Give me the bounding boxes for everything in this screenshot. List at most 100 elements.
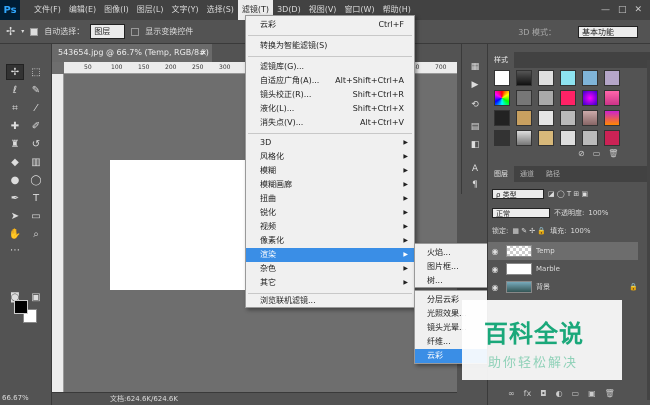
menu-image[interactable]: 图像(I) [100,0,133,20]
tab-layers[interactable]: 图层 [488,166,514,182]
filter-icons[interactable]: ◪ ◯ T ⊞ ▣ [548,190,588,198]
new-group-icon[interactable]: ▭ [572,389,580,398]
delete-style-icon[interactable]: 🗑 [608,149,618,158]
style-preset-swatch[interactable] [582,70,598,86]
menu-item-convert-smart-filter[interactable]: 转换为智能滤镜(S) [246,39,414,53]
paragraph-icon[interactable]: ¶ [468,178,482,192]
blur-tool-icon[interactable]: ● [6,172,24,188]
lock-icons[interactable]: ▦ ✎ ✢ 🔒 [512,227,546,235]
minimize-button[interactable]: — [601,5,610,15]
style-preset-swatch[interactable] [538,70,554,86]
menu-item-video[interactable]: 视频 ▶ [246,220,414,234]
menu-file[interactable]: 文件(F) [30,0,65,20]
history-brush-tool-icon[interactable]: ↺ [27,136,45,152]
hand-tool-icon[interactable]: ✋ [6,226,24,242]
document-size-info[interactable]: 文档:624.6K/624.6K [110,394,178,404]
adjustment-layer-icon[interactable]: ◐ [556,389,563,398]
style-preset-swatch[interactable] [604,110,620,126]
menu-layer[interactable]: 图层(L) [133,0,168,20]
layer-name[interactable]: Marble [536,265,560,273]
layer-style-icon[interactable]: fx [524,389,532,398]
document-canvas[interactable] [110,160,250,290]
add-mask-icon[interactable]: ◘ [540,389,546,398]
style-preset-swatch[interactable] [582,110,598,126]
edit-toolbar-icon[interactable]: ⋯ [6,242,24,258]
screen-mode-icon[interactable]: ▣ [27,289,45,305]
new-layer-icon[interactable]: ▣ [588,389,596,398]
menu-item-last-filter[interactable]: 云彩 Ctrl+F [246,18,414,32]
style-preset-swatch[interactable] [560,70,576,86]
new-style-icon[interactable]: ▭ [593,149,601,158]
menu-item-blur[interactable]: 模糊 ▶ [246,164,414,178]
fill-value[interactable]: 100% [570,227,590,235]
eye-icon[interactable]: ◉ [488,283,502,292]
histogram-icon[interactable]: ▦ [468,60,482,74]
shape-tool-icon[interactable]: ▭ [27,208,45,224]
lasso-tool-icon[interactable]: ℓ [6,82,24,98]
move-tool-icon[interactable]: ✢ [6,25,15,38]
brush-tool-icon[interactable]: ✐ [27,118,45,134]
crop-tool-icon[interactable]: ⌗ [6,100,24,116]
submenu-item-tree[interactable]: 树... [415,274,491,288]
delete-layer-icon[interactable]: 🗑 [605,389,615,398]
menu-item-stylize[interactable]: 风格化 ▶ [246,150,414,164]
menu-item-noise[interactable]: 杂色 ▶ [246,262,414,276]
show-transform-checkbox[interactable] [131,27,140,36]
menu-item-browse-online-filters[interactable]: 浏览联机滤镜... [246,294,414,308]
menu-item-distort[interactable]: 扭曲 ▶ [246,192,414,206]
style-preset-swatch[interactable] [494,70,510,86]
style-preset-swatch[interactable] [516,110,532,126]
style-preset-swatch[interactable] [516,70,532,86]
character-icon[interactable]: A [468,162,482,176]
style-preset-swatch[interactable] [560,90,576,106]
menu-item-vanishing-point[interactable]: 消失点(V)... Alt+Ctrl+V [246,116,414,130]
menu-item-sharpen[interactable]: 锐化 ▶ [246,206,414,220]
menu-item-filter-gallery[interactable]: 滤镜库(G)... [246,60,414,74]
layer-name[interactable]: Temp [536,247,555,255]
style-preset-swatch[interactable] [516,90,532,106]
style-preset-swatch[interactable] [582,130,598,146]
layer-row[interactable]: ◉ Temp [488,242,638,260]
tab-paths[interactable]: 路径 [540,166,566,182]
style-preset-swatch[interactable] [538,110,554,126]
style-preset-swatch[interactable] [538,90,554,106]
pen-tool-icon[interactable]: ✒ [6,190,24,206]
foreground-color-swatch[interactable] [14,300,28,314]
adjustments-icon[interactable]: ◧ [468,138,482,152]
tab-styles[interactable]: 样式 [488,52,514,68]
tool-preset-chevron-icon[interactable]: ▾ [21,28,24,35]
zoom-level[interactable]: 66.67% [2,392,29,405]
healing-brush-tool-icon[interactable]: ✚ [6,118,24,134]
style-preset-swatch[interactable] [582,90,598,106]
menu-select[interactable]: 选择(S) [203,0,238,20]
style-preset-swatch[interactable] [494,110,510,126]
style-preset-swatch[interactable] [604,70,620,86]
eraser-tool-icon[interactable]: ◆ [6,154,24,170]
history-icon[interactable]: ⟲ [468,98,482,112]
style-preset-swatch[interactable] [604,90,620,106]
style-preset-swatch[interactable] [516,130,532,146]
blend-mode-select[interactable]: 正常 [492,208,550,218]
zoom-tool-icon[interactable]: ⌕ [27,226,45,242]
style-preset-swatch[interactable] [560,110,576,126]
style-preset-swatch[interactable] [494,90,510,106]
quick-select-tool-icon[interactable]: ✎ [27,82,45,98]
marquee-tool-icon[interactable]: ⬚ [27,64,45,80]
type-tool-icon[interactable]: T [27,190,45,206]
menu-item-render[interactable]: 渲染 ▶ [246,248,414,262]
layer-row[interactable]: ◉ Marble [488,260,638,278]
layer-name[interactable]: 背景 [536,282,550,292]
dodge-tool-icon[interactable]: ◯ [27,172,45,188]
layer-row[interactable]: ◉ 背景 🔒 [488,278,638,296]
submenu-item-picture-frame[interactable]: 图片框... [415,260,491,274]
layer-kind-filter[interactable]: ρ 类型 [492,189,544,199]
menu-type[interactable]: 文字(Y) [167,0,202,20]
style-preset-swatch[interactable] [604,130,620,146]
document-tab[interactable]: 543654.jpg @ 66.7% (Temp, RGB/8#) * × [52,44,212,75]
eyedropper-tool-icon[interactable]: ⁄ [27,100,45,116]
menu-item-blur-gallery[interactable]: 模糊画廊 ▶ [246,178,414,192]
close-button[interactable]: ✕ [634,5,642,15]
style-preset-swatch[interactable] [538,130,554,146]
auto-select-target-select[interactable]: 图层 [90,24,126,39]
path-select-tool-icon[interactable]: ➤ [6,208,24,224]
